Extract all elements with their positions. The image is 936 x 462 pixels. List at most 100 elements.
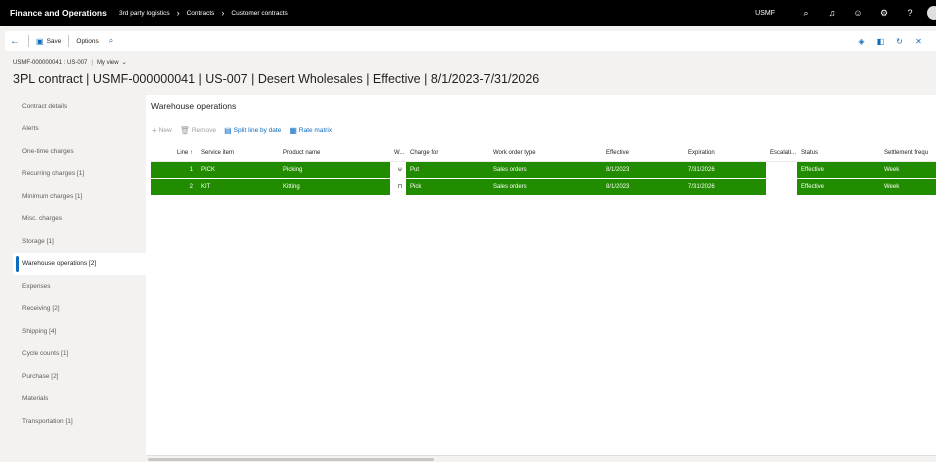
grid-toolbar: + New 🗑 Remove ▤ Split line by date ▦ Ra… (152, 126, 340, 135)
cell-settlement-frequency[interactable]: Week (880, 161, 936, 179)
remove-label: Remove (191, 127, 217, 134)
sidebar-item-cycle-counts[interactable]: Cycle counts [1] (13, 343, 146, 366)
cell-expiration[interactable]: 7/31/2026 (684, 178, 766, 196)
column-header-status[interactable]: Status (797, 145, 880, 162)
chevron-right-icon: › (221, 8, 225, 18)
office-icon[interactable]: ◧ (871, 37, 890, 46)
cell-product-name[interactable]: Picking (279, 161, 390, 179)
rate-matrix-button[interactable]: ▦ Rate matrix (289, 126, 332, 135)
cell-work-order-type[interactable]: Sales orders (489, 161, 602, 179)
sidebar-item-shipping[interactable]: Shipping [4] (13, 320, 146, 343)
chevron-down-icon[interactable]: ⌄ (122, 59, 127, 66)
column-header-effective[interactable]: Effective (602, 145, 684, 162)
cell-service-item[interactable]: PICK (197, 161, 279, 179)
table-row[interactable]: 1 PICK Picking ⊎ Put Sales orders 8/1/20… (151, 161, 936, 179)
column-header-w[interactable]: W... (390, 145, 406, 162)
sidebar-item-transportation[interactable]: Transportation [1] (13, 410, 146, 433)
horizontal-scrollbar[interactable] (146, 455, 936, 462)
cell-escalation[interactable] (766, 178, 797, 196)
sidebar-item-materials[interactable]: Materials (13, 388, 146, 411)
search-icon[interactable]: ⌕ (103, 36, 113, 46)
column-header-settlement-frequency[interactable]: Settlement frequ (880, 145, 936, 162)
cell-escalation[interactable] (766, 161, 797, 179)
sidebar-item-purchase[interactable]: Purchase [2] (13, 365, 146, 388)
grid-header-row: Line ↑ Service item Product name W... Ch… (151, 145, 936, 162)
cell-service-item[interactable]: KIT (197, 178, 279, 196)
cell-charge-for[interactable]: Pick (406, 178, 489, 196)
trash-icon: 🗑 (179, 126, 190, 135)
put-icon: ⊎ (397, 167, 403, 173)
help-icon[interactable]: ? (897, 8, 923, 18)
cell-w[interactable]: ⊎ (390, 161, 406, 179)
sidebar-item-one-time-charges[interactable]: One-time charges (13, 140, 146, 163)
avatar[interactable] (927, 6, 936, 20)
breadcrumb-item-contracts[interactable]: Contracts (183, 10, 219, 17)
remove-button[interactable]: 🗑 Remove (180, 126, 216, 135)
diamond-icon[interactable]: ◈ (852, 37, 871, 46)
sidebar-item-misc-charges[interactable]: Misc. charges (13, 208, 146, 231)
cell-effective[interactable]: 8/1/2023 (602, 161, 684, 179)
cell-product-name[interactable]: Kitting (279, 178, 390, 196)
cell-status[interactable]: Effective (797, 178, 880, 196)
scrollbar-thumb[interactable] (148, 458, 434, 461)
divider (28, 35, 29, 47)
main-content: Warehouse operations + New 🗑 Remove ▤ Sp… (146, 95, 936, 462)
new-label: New (158, 127, 172, 134)
top-navigation-bar: Finance and Operations 3rd party logisti… (0, 0, 936, 26)
view-selector[interactable]: My view (97, 60, 119, 66)
save-label: Save (46, 37, 62, 45)
sidebar-item-warehouse-operations[interactable]: Warehouse operations [2] (13, 252, 146, 275)
sidebar-item-receiving[interactable]: Receiving [2] (13, 298, 146, 321)
app-title[interactable]: Finance and Operations (0, 8, 115, 18)
column-header-charge-for[interactable]: Charge for (406, 145, 489, 162)
cell-effective[interactable]: 8/1/2023 (602, 178, 684, 196)
record-id: USMF-000000041 : US-007 (13, 59, 88, 66)
back-arrow-icon[interactable]: ← (5, 36, 25, 47)
cell-charge-for[interactable]: Put (406, 161, 489, 179)
gear-icon[interactable]: ⚙ (871, 8, 897, 19)
breadcrumb-item-3pl[interactable]: 3rd party logistics (115, 10, 174, 17)
action-pane: ← ▣ Save Options ⌕ ◈ ◧ ↻ ✕ (5, 31, 936, 51)
column-header-line[interactable]: Line ↑ (151, 145, 197, 162)
grid-icon: ▦ (289, 126, 297, 135)
split-label: Split line by date (233, 127, 282, 134)
cell-w[interactable]: ⊓ (390, 178, 406, 196)
refresh-icon[interactable]: ↻ (890, 37, 909, 46)
save-button[interactable]: ▣ Save (32, 37, 65, 46)
bell-icon[interactable]: ♫ (819, 8, 845, 18)
chevron-right-icon: › (176, 8, 180, 18)
search-icon[interactable]: ⌕ (793, 8, 819, 19)
company-picker[interactable]: USMF (755, 10, 775, 17)
divider (68, 35, 70, 47)
sidebar-item-minimum-charges[interactable]: Minimum charges [1] (13, 185, 146, 208)
cell-work-order-type[interactable]: Sales orders (489, 178, 602, 196)
cell-status[interactable]: Effective (797, 161, 880, 179)
breadcrumb-item-customer-contracts[interactable]: Customer contracts (227, 10, 291, 17)
plus-icon: + (152, 126, 157, 135)
sidebar-item-expenses[interactable]: Expenses (13, 275, 146, 298)
column-header-expiration[interactable]: Expiration (684, 145, 766, 162)
column-header-work-order-type[interactable]: Work order type (489, 145, 602, 162)
pick-icon: ⊓ (397, 184, 403, 190)
new-button[interactable]: + New (152, 126, 172, 135)
smiley-icon[interactable]: ☺ (845, 8, 871, 18)
cell-line[interactable]: 2 (151, 178, 197, 196)
table-row[interactable]: 2 KIT Kitting ⊓ Pick Sales orders 8/1/20… (151, 178, 936, 196)
sidebar-item-alerts[interactable]: Alerts (13, 118, 146, 141)
sidebar-item-contract-details[interactable]: Contract details (13, 95, 146, 118)
split-line-button[interactable]: ▤ Split line by date (224, 126, 281, 135)
sidebar-item-recurring-charges[interactable]: Recurring charges [1] (13, 163, 146, 186)
cell-line[interactable]: 1 (151, 161, 197, 179)
options-button[interactable]: Options (72, 38, 102, 45)
sidebar-item-storage[interactable]: Storage [1] (13, 230, 146, 253)
page-title: 3PL contract | USMF-000000041 | US-007 |… (13, 72, 540, 86)
cell-expiration[interactable]: 7/31/2026 (684, 161, 766, 179)
rate-label: Rate matrix (298, 127, 333, 134)
record-identity: USMF-000000041 : US-007 | My view ⌄ (13, 59, 127, 67)
column-header-service-item[interactable]: Service item (197, 145, 279, 162)
column-header-product-name[interactable]: Product name (279, 145, 390, 162)
cell-settlement-frequency[interactable]: Week (880, 178, 936, 196)
section-title: Warehouse operations (151, 101, 237, 111)
column-header-escalation[interactable]: Escalati... (766, 145, 797, 162)
close-icon[interactable]: ✕ (909, 37, 928, 46)
